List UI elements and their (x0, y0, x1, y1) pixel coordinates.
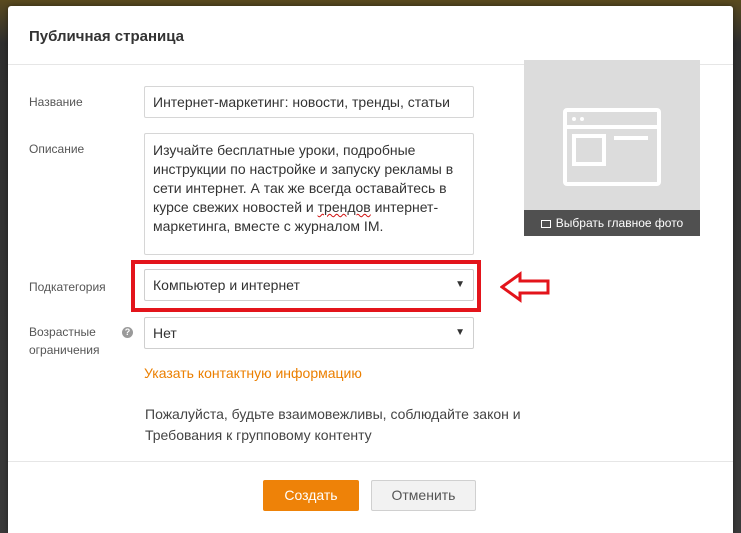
choose-photo-label: Выбрать главное фото (555, 216, 684, 230)
age-label-line2: ограничения (29, 343, 100, 357)
name-input-value: Интернет-маркетинг: новости, тренды, ста… (153, 94, 450, 110)
description-textarea[interactable]: Изучайте бесплатные уроки, подробные инс… (144, 133, 474, 255)
age-select-value: Нет (153, 325, 177, 341)
create-button[interactable]: Создать (263, 480, 359, 511)
triangle-down-icon: ▼ (455, 327, 465, 338)
copy-icon (540, 220, 551, 228)
age-restriction-select[interactable]: Нет ▼ (144, 317, 474, 349)
description-misspelled-word: трендов (317, 199, 371, 215)
dialog-title: Публичная страница (29, 28, 185, 45)
contact-info-link[interactable]: Указать контактную информацию (144, 365, 362, 381)
name-input[interactable]: Интернет-маркетинг: новости, тренды, ста… (144, 86, 474, 118)
cancel-button[interactable]: Отменить (371, 480, 476, 511)
main-photo-placeholder[interactable]: Выбрать главное фото (524, 60, 700, 236)
help-icon[interactable]: ? (122, 327, 133, 338)
description-label: Описание (29, 142, 85, 156)
highlight-box (131, 260, 481, 312)
arrow-left-icon (500, 271, 550, 303)
footer-divider (8, 461, 733, 462)
policy-text: Пожалуйста, будьте взаимовежливы, соблюд… (145, 406, 521, 443)
name-label: Название (29, 95, 83, 109)
subcategory-label: Подкатегория (29, 280, 106, 294)
browser-window-icon (563, 108, 661, 186)
age-label-line1: Возрастные (29, 325, 96, 339)
public-page-dialog: Публичная страница Название Интернет-мар… (8, 6, 733, 533)
choose-main-photo-button[interactable]: Выбрать главное фото (524, 210, 700, 236)
